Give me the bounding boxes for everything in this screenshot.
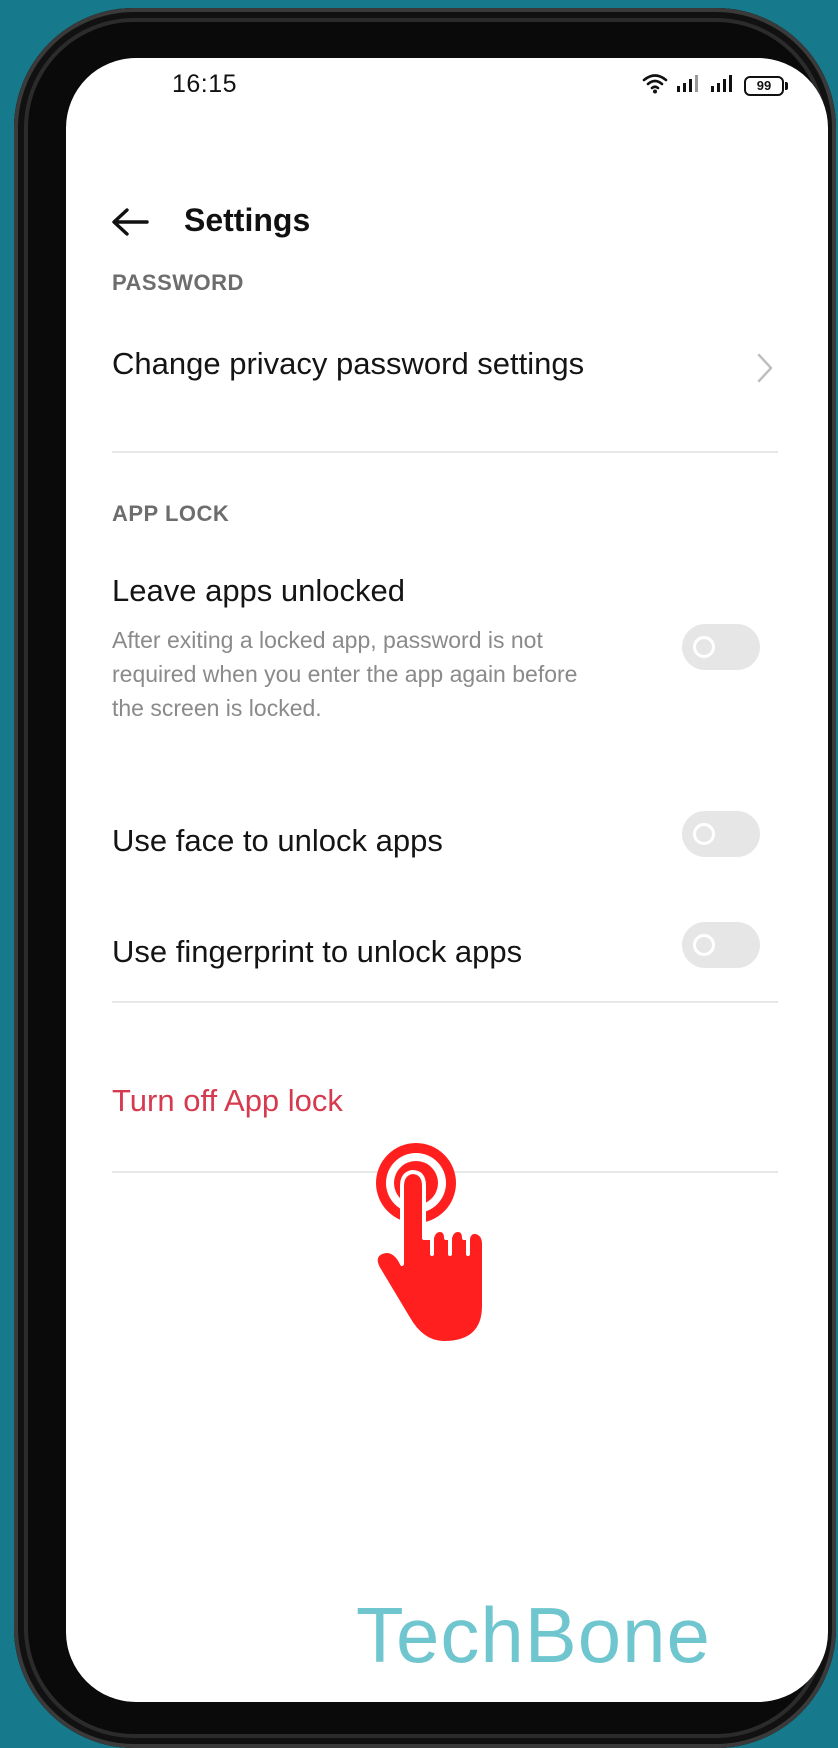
phone-screen: 16:15 99 Settings PASSWORD Change privac… — [66, 58, 828, 1702]
watermark-logo: TechBone — [356, 1591, 711, 1679]
phone-frame: 16:15 99 Settings PASSWORD Change privac… — [14, 8, 836, 1748]
face-unlock-title: Use face to unlock apps — [112, 823, 443, 858]
tap-hand-icon — [373, 1143, 486, 1345]
fingerprint-unlock-row[interactable]: Use fingerprint to unlock apps — [66, 922, 828, 989]
face-unlock-row[interactable]: Use face to unlock apps — [66, 811, 828, 878]
status-icons: 99 — [642, 72, 788, 99]
change-privacy-password-label: Change privacy password settings — [112, 346, 585, 381]
wifi-icon — [642, 72, 668, 99]
status-time: 16:15 — [172, 70, 238, 98]
section-header-app-lock: APP LOCK — [112, 501, 230, 526]
page-title: Settings — [184, 202, 311, 238]
status-bar: 16:15 99 — [66, 58, 828, 118]
face-unlock-toggle[interactable] — [682, 811, 760, 857]
battery-icon: 99 — [744, 75, 788, 96]
signal-strength-icon — [710, 73, 736, 98]
fingerprint-unlock-title: Use fingerprint to unlock apps — [112, 934, 523, 969]
fingerprint-unlock-toggle[interactable] — [682, 922, 760, 968]
leave-apps-unlocked-description: After exiting a locked app, password is … — [112, 627, 578, 721]
signal-strength-icon — [676, 73, 702, 98]
app-header: Settings — [66, 188, 828, 258]
divider — [112, 451, 778, 453]
leave-apps-unlocked-row[interactable]: Leave apps unlocked After exiting a lock… — [66, 568, 828, 721]
turn-off-app-lock-button[interactable]: Turn off App lock — [112, 1083, 343, 1119]
battery-tip — [785, 81, 788, 90]
section-header-password: PASSWORD — [112, 270, 244, 295]
arrow-left-icon — [112, 208, 149, 236]
chevron-right-icon — [757, 353, 773, 383]
change-privacy-password-row[interactable]: Change privacy password settings — [66, 338, 828, 428]
toggle-knob — [693, 934, 715, 956]
toggle-knob — [693, 823, 715, 845]
leave-apps-unlocked-title: Leave apps unlocked — [112, 573, 406, 608]
divider — [112, 1001, 778, 1003]
toggle-knob — [693, 636, 715, 658]
leave-apps-unlocked-toggle[interactable] — [682, 624, 760, 670]
battery-level: 99 — [744, 75, 784, 96]
back-button[interactable] — [106, 198, 154, 246]
